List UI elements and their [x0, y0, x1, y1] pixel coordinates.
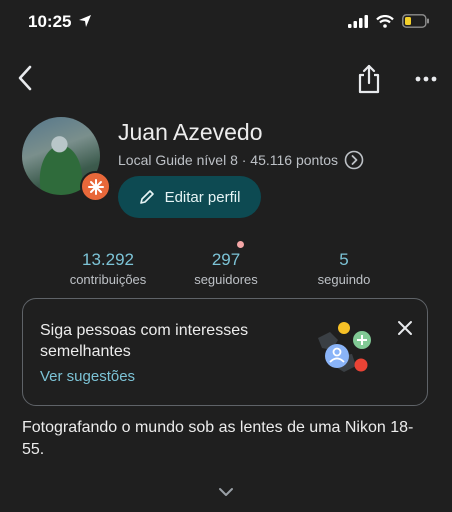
back-arrow-icon[interactable] — [14, 64, 38, 92]
stat-following[interactable]: 5 seguindo — [279, 250, 409, 287]
local-guide-badge-icon — [80, 171, 111, 202]
share-icon[interactable] — [356, 64, 382, 94]
stat-contributions[interactable]: 13.292 contribuições — [43, 250, 173, 287]
people-illustration-icon — [318, 322, 371, 372]
profile-bio: Fotografando o mundo sob as lentes de um… — [22, 419, 414, 458]
stat-value: 5 — [339, 250, 349, 269]
wifi-icon — [376, 14, 394, 28]
stat-label: seguindo — [317, 272, 371, 287]
see-suggestions-link[interactable]: Ver sugestões — [40, 368, 135, 385]
pencil-icon — [139, 190, 154, 204]
stat-label: seguidores — [194, 272, 258, 287]
status-time: 10:25 — [28, 12, 92, 32]
edit-profile-label: Editar perfil — [164, 188, 241, 206]
new-followers-dot — [237, 241, 244, 248]
more-icon[interactable] — [414, 74, 438, 84]
stat-value: 13.292 — [82, 250, 134, 269]
chevron-right-circle-icon[interactable] — [344, 150, 364, 170]
signal-icon — [348, 14, 368, 28]
chevron-down-icon[interactable] — [217, 486, 235, 498]
level-text: Local Guide nível 8 · 45.116 pontos — [118, 152, 339, 168]
location-arrow-icon — [79, 15, 92, 27]
close-icon[interactable] — [397, 320, 413, 336]
edit-profile-button[interactable]: Editar perfil — [118, 176, 261, 218]
stat-value: 297 — [211, 250, 241, 269]
status-icons — [348, 14, 430, 28]
battery-icon — [402, 14, 429, 28]
local-guide-level[interactable]: Local Guide nível 8 · 45.116 pontos — [118, 150, 364, 170]
stat-followers[interactable]: 297 seguidores — [161, 250, 291, 287]
profile-name: Juan Azevedo — [118, 119, 263, 145]
stat-label: contribuições — [69, 272, 147, 287]
suggestion-title: Siga pessoas com interesses semelhantes — [40, 322, 249, 360]
